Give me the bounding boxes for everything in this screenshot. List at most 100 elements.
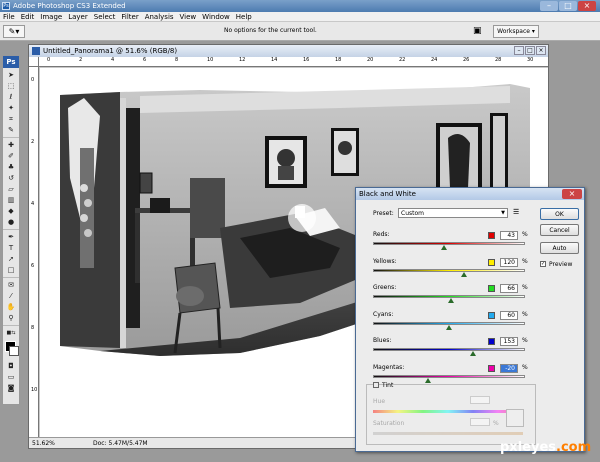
cyans-slider-thumb[interactable] xyxy=(446,325,452,330)
menu-select[interactable]: Select xyxy=(91,12,119,22)
shape-tool-icon[interactable]: □ xyxy=(3,265,19,276)
blur-tool-icon[interactable]: ◆ xyxy=(3,206,19,217)
document-icon xyxy=(32,47,40,55)
clone-stamp-tool-icon[interactable]: ♣ xyxy=(3,162,19,173)
eyedropper-tool-preset-icon[interactable]: ✎▾ xyxy=(3,25,25,38)
bridge-icon[interactable]: ▣ xyxy=(473,25,489,38)
healing-brush-tool-icon[interactable]: ✚ xyxy=(3,140,19,151)
dialog-title-bar[interactable]: Black and White × xyxy=(356,188,584,200)
yellows-slider-thumb[interactable] xyxy=(461,272,467,277)
ruler-h-tick: 30 xyxy=(527,57,534,63)
magentas-slider-track[interactable] xyxy=(373,375,525,378)
magentas-percent: % xyxy=(522,364,528,371)
tint-checkbox[interactable] xyxy=(373,382,379,388)
eyedropper-sample-tool-icon[interactable]: ⁄ xyxy=(3,291,19,302)
notes-tool-icon[interactable]: ✉ xyxy=(3,280,19,291)
color-swatches[interactable] xyxy=(3,339,19,361)
menu-edit[interactable]: Edit xyxy=(18,12,38,22)
reds-label: Reds: xyxy=(373,231,390,238)
blues-label: Blues: xyxy=(373,337,392,344)
dialog-close-icon[interactable]: × xyxy=(562,189,582,199)
greens-value-input[interactable]: 66 xyxy=(500,284,518,293)
menu-view[interactable]: View xyxy=(177,12,200,22)
crop-tool-icon[interactable]: ⌗ xyxy=(3,114,19,125)
doc-minimize-icon[interactable]: – xyxy=(514,46,524,55)
reds-slider-track[interactable] xyxy=(373,242,525,245)
close-icon[interactable]: × xyxy=(578,1,596,11)
reds-slider-thumb[interactable] xyxy=(441,245,447,250)
zoom-level[interactable]: 51.62% xyxy=(32,440,55,447)
hue-slider[interactable] xyxy=(373,410,523,413)
preset-label: Preset: xyxy=(373,210,394,217)
options-message: No options for the current tool. xyxy=(224,27,317,34)
document-title-bar[interactable]: Untitled_Panorama1 @ 51.6% (RGB/8) – □ × xyxy=(29,45,548,57)
brush-tool-icon[interactable]: ✐ xyxy=(3,151,19,162)
menu-file[interactable]: File xyxy=(0,12,18,22)
hue-input[interactable] xyxy=(470,396,490,404)
preset-select[interactable]: Custom ▼ xyxy=(398,208,508,218)
blues-slider-thumb[interactable] xyxy=(470,351,476,356)
minimize-icon[interactable]: – xyxy=(540,1,558,11)
menu-analysis[interactable]: Analysis xyxy=(142,12,177,22)
reds-value-input[interactable]: 43 xyxy=(500,231,518,240)
blues-value-input[interactable]: 153 xyxy=(500,337,518,346)
magic-wand-tool-icon[interactable]: ✦ xyxy=(3,103,19,114)
marquee-tool-icon[interactable]: ⬚ xyxy=(3,81,19,92)
ruler-h-tick: 4 xyxy=(111,57,115,63)
ok-button[interactable]: OK xyxy=(540,208,579,220)
gradient-tool-icon[interactable]: ▥ xyxy=(3,195,19,206)
doc-maximize-icon[interactable]: □ xyxy=(525,46,535,55)
auto-button[interactable]: Auto xyxy=(540,242,579,254)
yellows-label: Yellows: xyxy=(373,258,397,265)
doc-size[interactable]: Doc: 5.47M/5.47M xyxy=(93,440,148,447)
ps-logo: Ps xyxy=(3,56,19,68)
saturation-input[interactable] xyxy=(470,418,490,426)
doc-close-icon[interactable]: × xyxy=(536,46,546,55)
hand-tool-icon[interactable]: ✋ xyxy=(3,302,19,313)
imageready-icon[interactable]: ◙ xyxy=(3,383,19,394)
pen-tool-icon[interactable]: ✒ xyxy=(3,232,19,243)
ruler-h-tick: 28 xyxy=(495,57,502,63)
yellows-slider-track[interactable] xyxy=(373,269,525,272)
menu-image[interactable]: Image xyxy=(37,12,65,22)
magentas-value-input[interactable]: -20 xyxy=(500,364,518,373)
menu-window[interactable]: Window xyxy=(199,12,233,22)
watermark: pxleyes.com xyxy=(500,440,591,455)
zoom-tool-icon[interactable]: ⚲ xyxy=(3,313,19,324)
ruler-origin[interactable] xyxy=(29,57,39,67)
background-color-swatch[interactable] xyxy=(9,346,19,356)
eyedropper-tool-icon[interactable]: ✎ xyxy=(3,125,19,136)
preset-options-icon[interactable]: ☰ xyxy=(513,208,519,216)
screen-mode-icon[interactable]: ▭ xyxy=(3,372,19,383)
dodge-tool-icon[interactable]: ● xyxy=(3,217,19,228)
saturation-slider[interactable] xyxy=(373,432,523,435)
yellows-value-input[interactable]: 120 xyxy=(500,258,518,267)
menu-help[interactable]: Help xyxy=(233,12,255,22)
horizontal-ruler[interactable]: 0 2 4 6 8 10 12 14 16 18 20 22 24 26 28 30 xyxy=(39,57,548,67)
cyans-value-input[interactable]: 60 xyxy=(500,311,518,320)
vertical-ruler[interactable]: 0 2 4 6 8 10 xyxy=(29,67,39,437)
saturation-percent: % xyxy=(493,420,499,427)
lasso-tool-icon[interactable]: ℓ xyxy=(3,92,19,103)
hue-label: Hue xyxy=(373,398,386,405)
app-title: Adobe Photoshop CS3 Extended xyxy=(13,2,126,10)
magentas-slider-thumb[interactable] xyxy=(425,378,431,383)
cancel-button[interactable]: Cancel xyxy=(540,224,579,236)
preview-checkbox[interactable]: ✓ xyxy=(540,261,546,267)
tint-color-preview[interactable] xyxy=(506,409,524,427)
eraser-tool-icon[interactable]: ▱ xyxy=(3,184,19,195)
move-tool-icon[interactable]: ➤ xyxy=(3,70,19,81)
cyans-label: Cyans: xyxy=(373,311,394,318)
ruler-h-tick: 24 xyxy=(431,57,438,63)
greens-slider-thumb[interactable] xyxy=(448,298,454,303)
type-tool-icon[interactable]: T xyxy=(3,243,19,254)
workspace-button[interactable]: Workspace ▾ xyxy=(493,25,539,38)
quick-mask-icon[interactable]: ◘ xyxy=(3,361,19,372)
blues-slider-track[interactable] xyxy=(373,348,525,351)
menu-filter[interactable]: Filter xyxy=(118,12,141,22)
menu-layer[interactable]: Layer xyxy=(65,12,91,22)
history-brush-tool-icon[interactable]: ↺ xyxy=(3,173,19,184)
maximize-icon[interactable]: □ xyxy=(559,1,577,11)
default-colors-icon[interactable]: ■⇆ xyxy=(3,328,19,339)
path-selection-tool-icon[interactable]: ➚ xyxy=(3,254,19,265)
